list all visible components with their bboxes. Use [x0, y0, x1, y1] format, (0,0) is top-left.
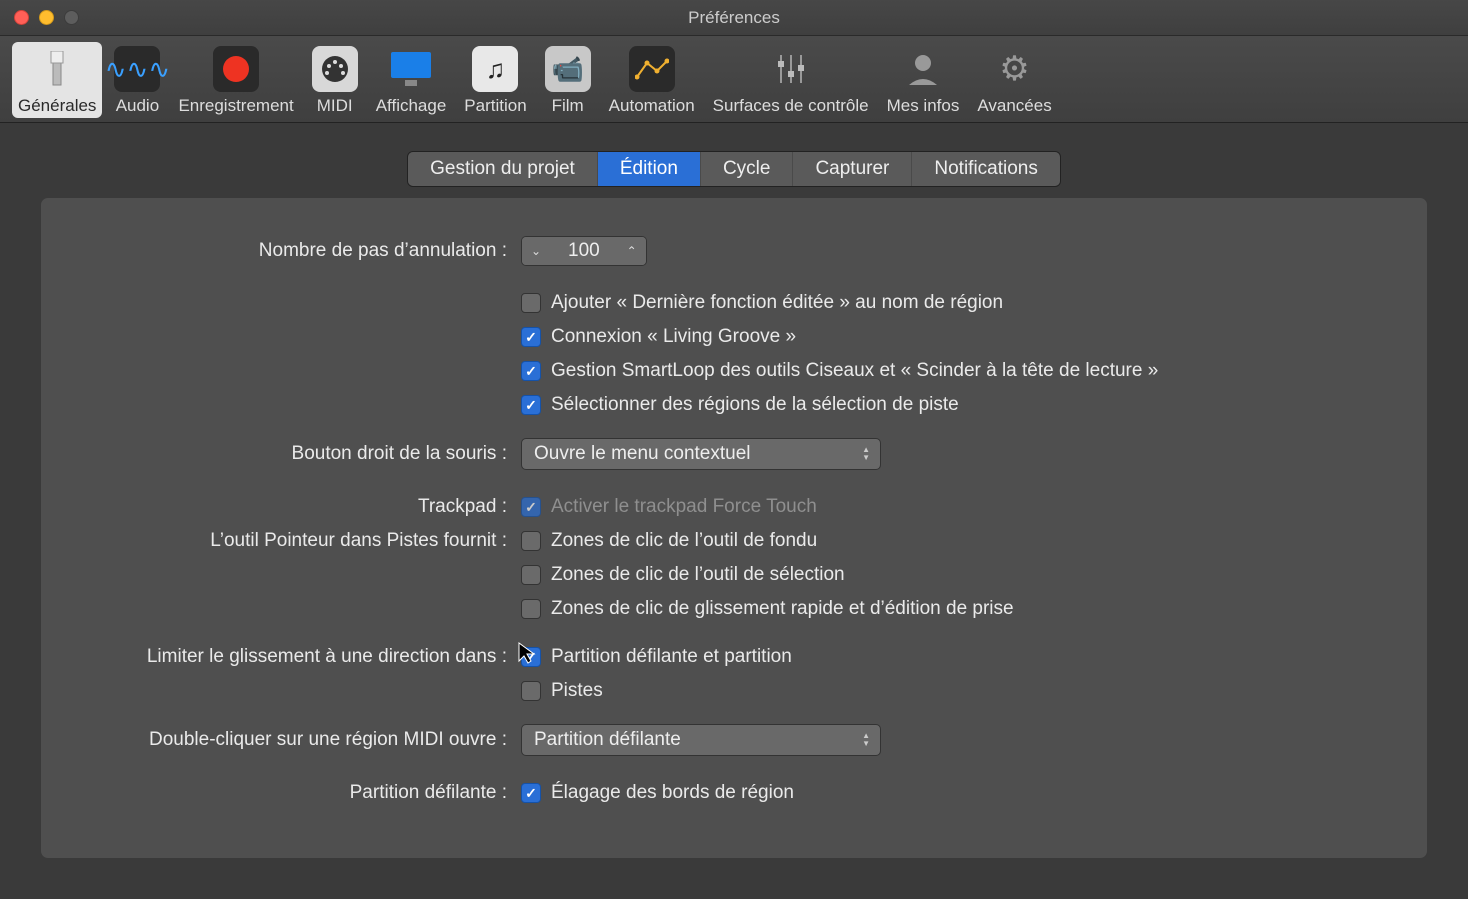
tab-label: Cycle [723, 158, 771, 179]
checkbox-add-last-edit[interactable] [521, 293, 541, 313]
tab-notifications[interactable]: Notifications [912, 152, 1060, 186]
select-value: Ouvre le menu contextuel [534, 443, 751, 465]
toolbar-item-mesinfos[interactable]: Mes infos [881, 42, 966, 118]
toolbar-label: Enregistrement [178, 96, 293, 116]
toolbar-item-midi[interactable]: MIDI [306, 42, 364, 118]
pianoroll-label: Partition défilante : [101, 782, 521, 804]
checkbox-smartloop[interactable] [521, 361, 541, 381]
record-icon [213, 46, 259, 92]
trackpad-label: Trackpad : [101, 496, 521, 518]
doubleclick-label: Double-cliquer sur une région MIDI ouvre… [101, 729, 521, 751]
tab-label: Capturer [815, 158, 889, 179]
edition-panel: Nombre de pas d’annulation : ⌄ 100 ⌃ Ajo… [40, 197, 1428, 859]
toolbar-item-film[interactable]: 📹 Film [539, 42, 597, 118]
score-icon: ♫ [472, 46, 518, 92]
checkbox-label: Zones de clic de l’outil de sélection [551, 564, 845, 586]
toolbar-label: Générales [18, 96, 96, 116]
stepper-decrement[interactable]: ⌄ [522, 237, 550, 265]
tab-label: Gestion du projet [430, 158, 575, 179]
checkbox-label: Connexion « Living Groove » [551, 326, 796, 348]
camera-icon: 📹 [545, 46, 591, 92]
preferences-toolbar: Générales ∿∿∿ Audio Enregistrement MIDI … [0, 36, 1468, 123]
checkbox-label: Activer le trackpad Force Touch [551, 496, 817, 518]
toolbar-label: Avancées [977, 96, 1051, 116]
toolbar-label: Surfaces de contrôle [713, 96, 869, 116]
sub-tab-bar: Gestion du projet Édition Cycle Capturer… [40, 151, 1428, 187]
checkbox-pianoroll-score[interactable] [521, 647, 541, 667]
waveform-icon: ∿∿∿ [114, 46, 160, 92]
pointer-tool-label: L’outil Pointeur dans Pistes fournit : [101, 530, 521, 552]
toolbar-item-automation[interactable]: Automation [603, 42, 701, 118]
toolbar-item-enregistrement[interactable]: Enregistrement [172, 42, 299, 118]
toolbar-label: Film [552, 96, 584, 116]
checkbox-living-groove[interactable] [521, 327, 541, 347]
tab-capturer[interactable]: Capturer [793, 152, 912, 186]
user-icon [900, 46, 946, 92]
toolbar-item-surfaces[interactable]: Surfaces de contrôle [707, 42, 875, 118]
toolbar-label: Audio [116, 96, 159, 116]
checkbox-label: Gestion SmartLoop des outils Ciseaux et … [551, 360, 1158, 382]
doubleclick-select[interactable]: Partition défilante ▲▼ [521, 724, 881, 756]
toolbar-label: Mes infos [887, 96, 960, 116]
midi-icon [312, 46, 358, 92]
toolbar-item-avancees[interactable]: ⚙ Avancées [971, 42, 1057, 118]
toolbar-item-affichage[interactable]: Affichage [370, 42, 453, 118]
tab-label: Édition [620, 158, 678, 179]
gear-icon: ⚙ [992, 46, 1038, 92]
automation-icon [629, 46, 675, 92]
toolbar-label: Partition [464, 96, 526, 116]
toolbar-item-partition[interactable]: ♫ Partition [458, 42, 532, 118]
checkbox-force-touch [521, 497, 541, 517]
sliders-icon [768, 46, 814, 92]
checkbox-fade-zones[interactable] [521, 531, 541, 551]
checkbox-tracks[interactable] [521, 681, 541, 701]
chevrons-icon: ▲▼ [862, 732, 870, 748]
stepper-value: 100 [550, 240, 618, 262]
right-mouse-label: Bouton droit de la souris : [101, 443, 521, 465]
checkbox-label: Ajouter « Dernière fonction éditée » au … [551, 292, 1003, 314]
undo-steps-label: Nombre de pas d’annulation : [101, 240, 521, 262]
toolbar-label: Affichage [376, 96, 447, 116]
toolbar-item-audio[interactable]: ∿∿∿ Audio [108, 42, 166, 118]
checkbox-marquee-zones[interactable] [521, 565, 541, 585]
undo-steps-stepper[interactable]: ⌄ 100 ⌃ [521, 236, 647, 266]
display-icon [388, 46, 434, 92]
tab-edition[interactable]: Édition [598, 152, 701, 186]
chevrons-icon: ▲▼ [862, 446, 870, 462]
checkbox-quickswipe-zones[interactable] [521, 599, 541, 619]
checkbox-label: Zones de clic de l’outil de fondu [551, 530, 817, 552]
tab-cycle[interactable]: Cycle [701, 152, 794, 186]
toolbar-label: MIDI [317, 96, 353, 116]
tab-gestion-du-projet[interactable]: Gestion du projet [408, 152, 598, 186]
switch-icon [43, 51, 71, 87]
stepper-increment[interactable]: ⌃ [618, 237, 646, 265]
checkbox-label: Sélectionner des régions de la sélection… [551, 394, 959, 416]
checkbox-label: Zones de clic de glissement rapide et d’… [551, 598, 1014, 620]
checkbox-label: Partition défilante et partition [551, 646, 792, 668]
tab-label: Notifications [934, 158, 1038, 179]
checkbox-label: Élagage des bords de région [551, 782, 794, 804]
checkbox-label: Pistes [551, 680, 603, 702]
select-value: Partition défilante [534, 729, 681, 751]
toolbar-item-generales[interactable]: Générales [12, 42, 102, 118]
checkbox-region-border[interactable] [521, 783, 541, 803]
checkbox-select-regions[interactable] [521, 395, 541, 415]
toolbar-label: Automation [609, 96, 695, 116]
limit-drag-label: Limiter le glissement à une direction da… [101, 646, 521, 668]
right-mouse-select[interactable]: Ouvre le menu contextuel ▲▼ [521, 438, 881, 470]
titlebar: Préférences [0, 0, 1468, 36]
window-title: Préférences [0, 8, 1468, 28]
